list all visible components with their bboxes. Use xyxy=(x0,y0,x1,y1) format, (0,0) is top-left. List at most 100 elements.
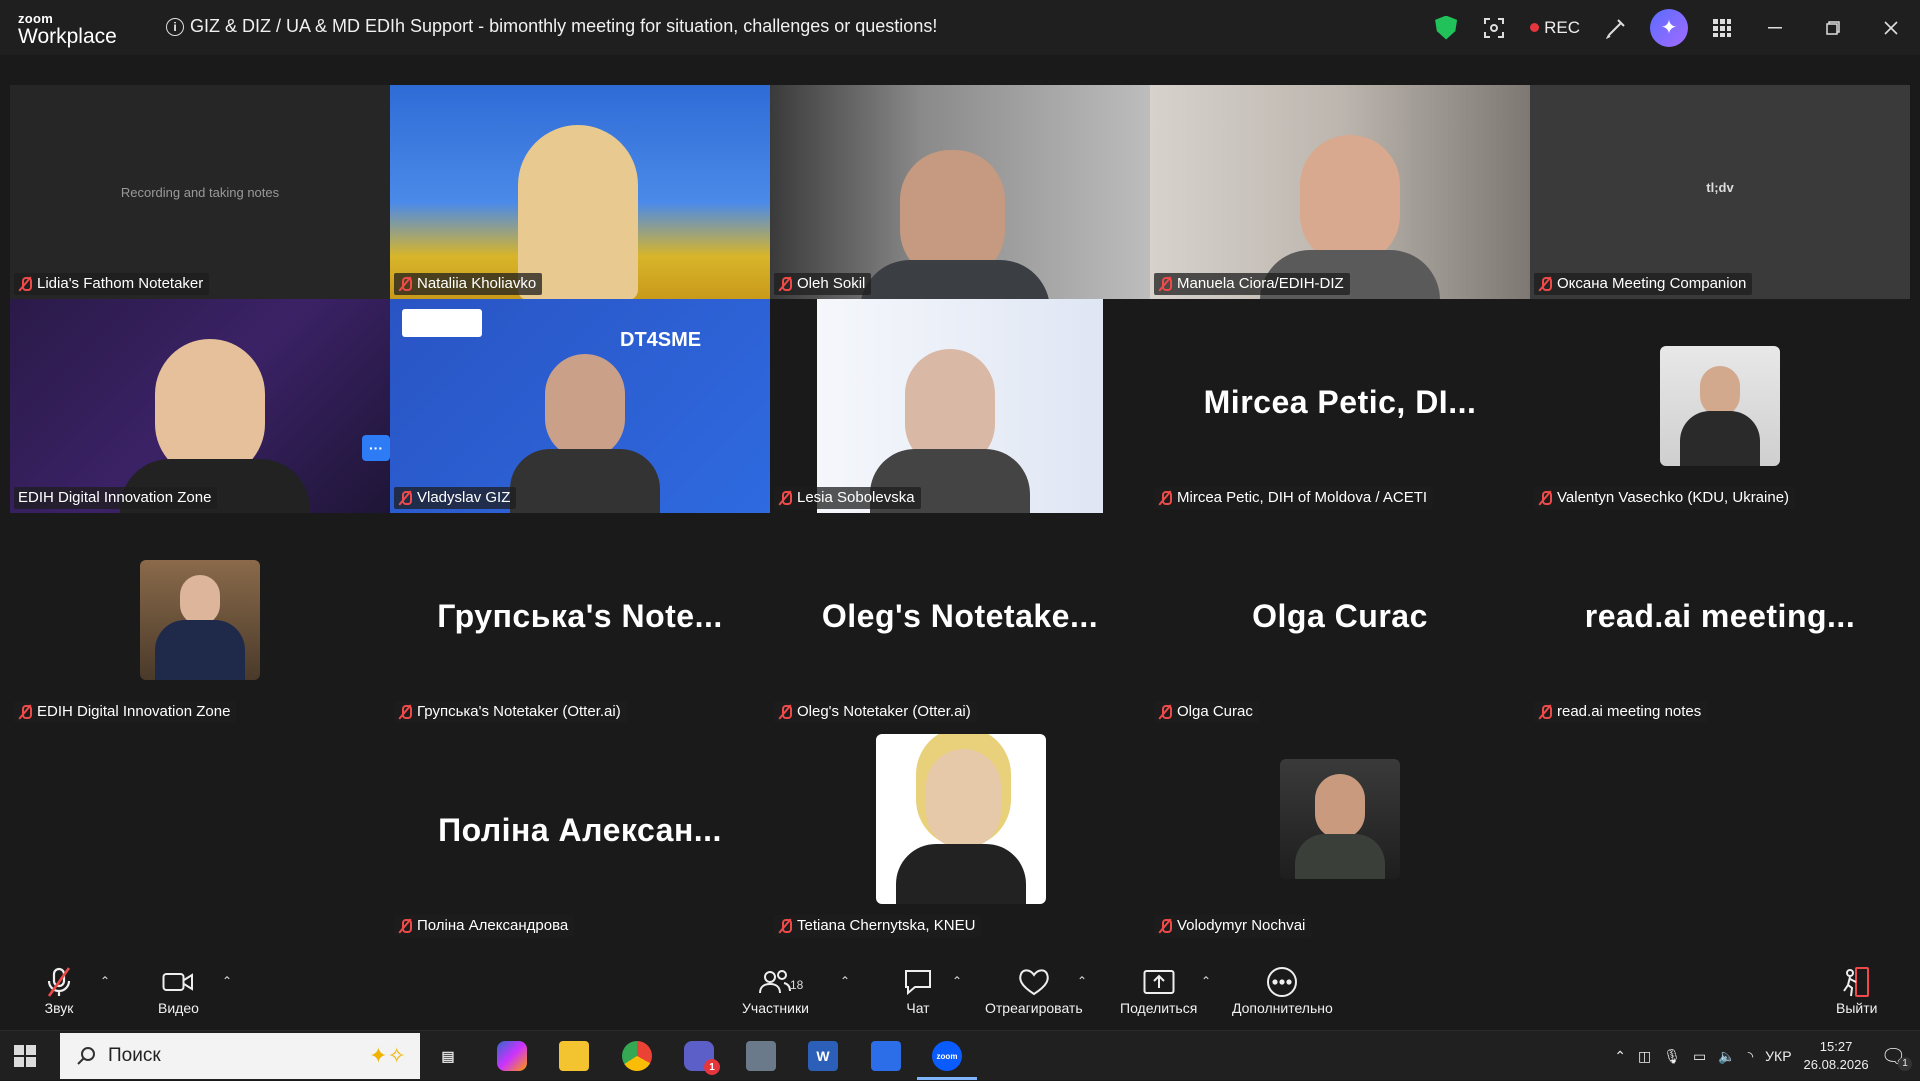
participants-options-chevron-up-icon[interactable]: ⌃ xyxy=(840,974,850,988)
leave-label: Выйти xyxy=(1836,1000,1878,1016)
video-tile[interactable]: Mircea Petic, DI... Mircea Petic, DIH of… xyxy=(1150,299,1530,513)
ai-companion-sparkle-icon[interactable]: ✦ xyxy=(1650,8,1688,47)
participant-name: Oleg's Notetaker (Otter.ai) xyxy=(797,703,971,720)
participant-avatar xyxy=(1660,346,1780,466)
participant-name-tag: EDIH Digital Innovation Zone xyxy=(14,701,237,723)
video-tile[interactable]: tl;dv Оксана Meeting Companion xyxy=(1530,85,1910,299)
close-icon[interactable] xyxy=(1862,0,1920,55)
audio-options-chevron-up-icon[interactable]: ⌃ xyxy=(100,974,110,988)
video-tile[interactable]: Lesia Sobolevska xyxy=(770,299,1150,513)
leave-meeting-button[interactable]: Выйти xyxy=(1836,964,1877,1016)
video-tile[interactable]: Recording and taking notes Lidia's Fatho… xyxy=(10,85,390,299)
participant-avatar xyxy=(140,560,260,680)
meet-now-icon[interactable]: ◫ xyxy=(1638,1048,1651,1065)
video-person-body xyxy=(510,449,660,513)
react-label: Отреагировать xyxy=(985,1000,1083,1016)
zoom-taskbar-icon[interactable]: zoom xyxy=(932,1041,962,1071)
more-button[interactable]: Дополнительно xyxy=(1232,964,1333,1016)
video-tile[interactable]: EDIH Digital Innovation Zone xyxy=(10,513,390,727)
participant-name: Volodymyr Nochvai xyxy=(1177,917,1306,934)
info-icon[interactable]: i xyxy=(166,17,184,36)
participant-name-tag: Поліна Александрова xyxy=(394,915,575,937)
participant-name: Lidia's Fathom Notetaker xyxy=(37,275,204,292)
participant-name-tag: Lidia's Fathom Notetaker xyxy=(14,273,210,295)
security-shield-icon[interactable] xyxy=(1422,0,1470,55)
video-tile[interactable]: Nataliia Kholiavko xyxy=(390,85,770,299)
file-explorer-icon[interactable] xyxy=(559,1041,589,1071)
network-icon[interactable]: ◝ xyxy=(1748,1048,1753,1065)
react-button[interactable]: Отреагировать xyxy=(985,964,1083,1016)
mic-muted-icon xyxy=(18,276,32,292)
windows-start-icon[interactable] xyxy=(14,1045,36,1067)
logo-top-text: zoom xyxy=(18,11,54,26)
word-icon[interactable]: W xyxy=(808,1041,838,1071)
annotate-pen-icon[interactable] xyxy=(1592,0,1640,55)
view-focus-icon[interactable] xyxy=(1470,0,1518,55)
tray-chevron-up-icon[interactable]: ⌃ xyxy=(1614,1048,1626,1065)
recording-indicator[interactable]: REC xyxy=(1518,18,1592,38)
video-tile[interactable]: Oleg's Notetake... Oleg's Notetaker (Ott… xyxy=(770,513,1150,727)
title-bar-controls: REC ✦ xyxy=(1422,0,1920,55)
restore-icon[interactable] xyxy=(1804,0,1862,55)
chat-button[interactable]: Чат xyxy=(903,964,933,1016)
participant-name-tag: Oleg's Notetaker (Otter.ai) xyxy=(774,701,977,723)
apps-grid-icon[interactable] xyxy=(1698,0,1746,55)
meeting-title-text: GIZ & DIZ / UA & MD EDIh Support - bimon… xyxy=(190,16,938,36)
tile-more-options-button[interactable]: ··· xyxy=(362,435,390,461)
task-view-icon[interactable]: ▤ xyxy=(433,1041,463,1071)
share-options-chevron-up-icon[interactable]: ⌃ xyxy=(1201,974,1211,988)
participant-name-tag: Групська's Notetaker (Otter.ai) xyxy=(394,701,627,723)
mic-muted-icon xyxy=(1158,918,1172,934)
participants-button[interactable]: Участники 18 xyxy=(742,964,809,1016)
volume-icon[interactable]: 🔈 xyxy=(1718,1048,1735,1065)
mic-muted-icon xyxy=(1538,704,1552,720)
language-indicator[interactable]: УКР xyxy=(1765,1048,1791,1064)
battery-icon[interactable]: ▭ xyxy=(1693,1048,1706,1065)
chat-options-chevron-up-icon[interactable]: ⌃ xyxy=(952,974,962,988)
microphone-tray-icon[interactable]: 🎙 xyxy=(1663,1048,1681,1065)
participant-display-name: Mircea Petic, DI... xyxy=(1203,384,1477,420)
taskbar-clock[interactable]: 15:27 26.08.2026 xyxy=(1804,1038,1869,1074)
video-tile[interactable]: read.ai meeting... read.ai meeting notes xyxy=(1530,513,1910,727)
video-tile[interactable]: Oleh Sokil xyxy=(770,85,1150,299)
audio-button[interactable]: Звук xyxy=(44,964,74,1016)
taskbar-search-box[interactable]: Поиск ✦✧ xyxy=(60,1033,420,1079)
share-screen-button[interactable]: Поделиться xyxy=(1120,964,1197,1016)
video-tile[interactable]: Olga Curac Olga Curac xyxy=(1150,513,1530,727)
video-options-chevron-up-icon[interactable]: ⌃ xyxy=(222,974,232,988)
participant-name-tag: Olga Curac xyxy=(1154,701,1259,723)
remote-desktop-icon[interactable] xyxy=(871,1041,901,1071)
search-highlight-sparkle-icon: ✦✧ xyxy=(369,1043,406,1068)
video-tile[interactable]: Manuela Ciora/EDIH-DIZ xyxy=(1150,85,1530,299)
notifications-icon[interactable]: 🗨 1 xyxy=(1881,1044,1912,1071)
system-tray: ⌃ ◫ 🎙 ▭ 🔈 ◝ УКР 15:27 26.08.2026 🗨 1 xyxy=(1614,1031,1920,1081)
recording-dot-icon xyxy=(1530,23,1540,32)
minimize-icon[interactable] xyxy=(1746,0,1804,55)
react-options-chevron-up-icon[interactable]: ⌃ xyxy=(1077,974,1087,988)
teams-icon[interactable]: 1 xyxy=(684,1041,720,1075)
video-person-shape xyxy=(545,354,625,459)
participant-display-name: Поліна Алексан... xyxy=(438,812,722,848)
participant-name-tag: Mircea Petic, DIH of Moldova / ACETI xyxy=(1154,487,1434,509)
calculator-icon[interactable] xyxy=(746,1041,776,1071)
mic-muted-icon xyxy=(398,490,412,506)
chrome-icon[interactable] xyxy=(622,1041,652,1071)
mic-muted-icon xyxy=(1158,490,1172,506)
video-tile[interactable]: Volodymyr Nochvai xyxy=(1150,727,1530,941)
video-button[interactable]: Видео xyxy=(158,964,199,1016)
participant-name: Olga Curac xyxy=(1177,703,1253,720)
share-label: Поделиться xyxy=(1120,1000,1198,1016)
video-tile[interactable]: Valentyn Vasechko (KDU, Ukraine) xyxy=(1530,299,1910,513)
video-tile[interactable]: Групська's Note... Групська's Notetaker … xyxy=(390,513,770,727)
rec-label: REC xyxy=(1544,17,1580,37)
copilot-icon[interactable] xyxy=(497,1041,527,1071)
participants-label: Участники xyxy=(742,1000,809,1016)
avatar-face xyxy=(1700,366,1740,416)
participant-name-tag: Valentyn Vasechko (KDU, Ukraine) xyxy=(1534,487,1796,509)
video-tile[interactable]: DT4SME Vladyslav GIZ xyxy=(390,299,770,513)
sponsor-logo xyxy=(402,309,482,337)
video-tile[interactable]: Tetiana Chernytska, KNEU xyxy=(770,727,1150,941)
video-tile[interactable]: Поліна Алексан... Поліна Александрова xyxy=(390,727,770,941)
video-tile-active-speaker[interactable]: EDIH Digital Innovation Zone xyxy=(10,299,390,513)
chat-bubble-icon xyxy=(903,964,933,1000)
